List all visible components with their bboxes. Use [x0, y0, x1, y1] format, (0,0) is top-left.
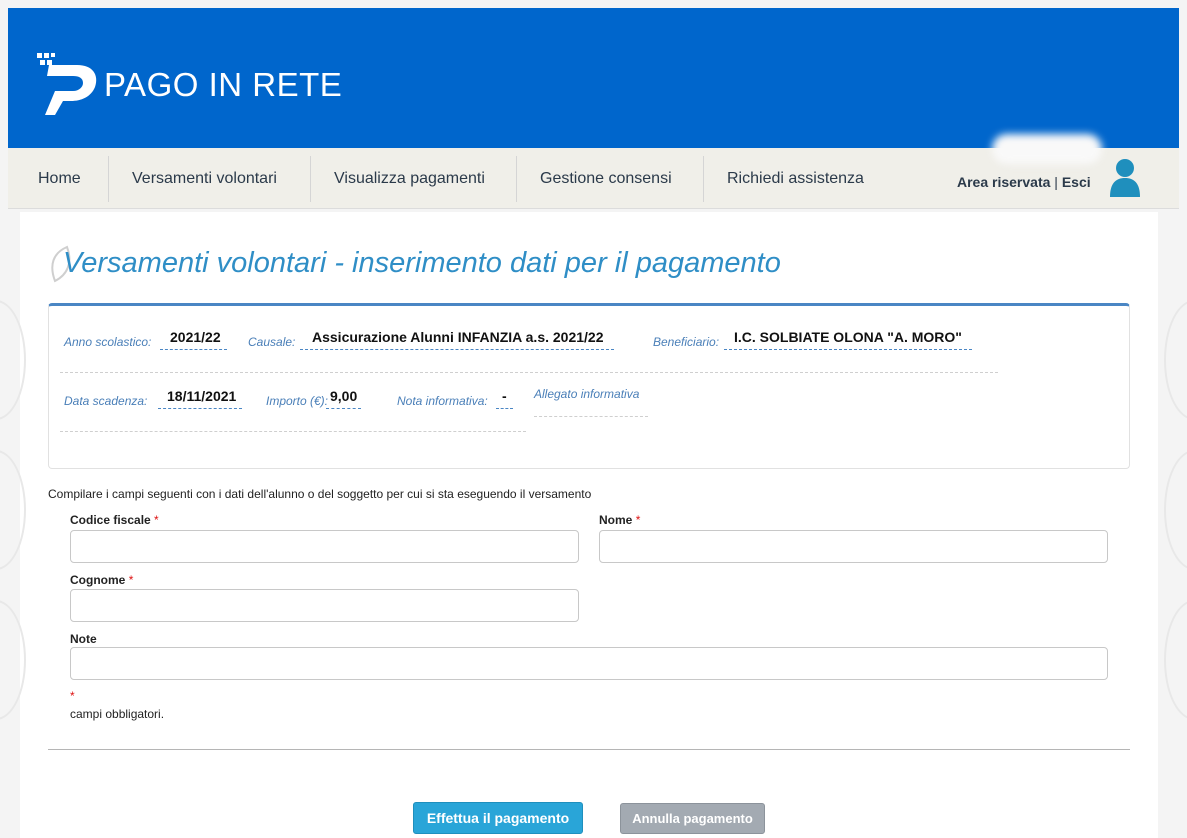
background-decoration — [1164, 300, 1187, 420]
brand-title: PAGO IN RETE — [104, 66, 343, 103]
beneficiario-label: Beneficiario: — [653, 335, 720, 349]
required-mark: * — [635, 513, 641, 527]
page-title: Versamenti volontari - inserimento dati … — [63, 247, 781, 279]
top-header: PAGO IN RETE — [8, 8, 1179, 148]
info-row-divider — [60, 372, 998, 373]
area-riservata-link[interactable]: Area riservata | Esci — [957, 174, 1091, 190]
required-legend-text: campi obbligatori. — [70, 707, 165, 721]
nota-informativa-value: - — [496, 388, 513, 409]
data-scadenza-value: 18/11/2021 — [158, 388, 243, 409]
background-decoration — [1164, 450, 1187, 570]
required-mark: * — [128, 573, 134, 587]
note-input[interactable] — [70, 647, 1108, 680]
required-mark: * — [154, 513, 159, 527]
nome-label-text: Nome — [599, 513, 633, 527]
info-row-divider — [60, 431, 526, 432]
importo-label: Importo (€): — [266, 394, 329, 408]
pago-in-rete-logo-icon[interactable] — [33, 45, 105, 117]
cognome-label: Cognome * — [70, 573, 133, 587]
nav-item-richiedi-assistenza[interactable]: Richiedi assistenza — [703, 148, 888, 209]
beneficiario-value: I.C. SOLBIATE OLONA "A. MORO" — [724, 329, 972, 350]
codice-fiscale-input[interactable] — [70, 530, 579, 563]
nav-item-home[interactable]: Home — [14, 148, 105, 209]
importo-value: 9,00 — [326, 388, 362, 409]
nav-item-visualizza-pagamenti[interactable]: Visualizza pagamenti — [310, 148, 509, 209]
form-divider — [48, 749, 1130, 750]
codice-fiscale-label-text: Codice fiscale — [70, 513, 151, 527]
note-label: Note — [70, 632, 97, 646]
area-riservata-label[interactable]: Area riservata — [957, 174, 1050, 190]
cognome-input[interactable] — [70, 589, 579, 622]
nome-input[interactable] — [599, 530, 1108, 563]
allegato-informativa-link[interactable]: Allegato informativa — [534, 387, 639, 401]
data-scadenza-label: Data scadenza: — [64, 394, 148, 408]
payment-info-box — [48, 303, 1130, 469]
causale-value: Assicurazione Alunni INFANZIA a.s. 2021/… — [300, 329, 614, 350]
allegato-underline — [534, 416, 648, 417]
effettua-pagamento-button[interactable]: Effettua il pagamento — [413, 802, 583, 834]
form-instructions: Compilare i campi seguenti con i dati de… — [48, 487, 592, 501]
required-legend-mark: * — [70, 689, 75, 703]
nav-item-gestione-consensi[interactable]: Gestione consensi — [516, 148, 696, 209]
anno-scolastico-value: 2021/22 — [160, 329, 227, 350]
causale-label: Causale: — [248, 335, 296, 349]
nav-item-versamenti-volontari[interactable]: Versamenti volontari — [108, 148, 301, 209]
codice-fiscale-label: Codice fiscale * — [70, 513, 159, 527]
user-icon[interactable] — [1108, 157, 1142, 197]
nome-label: Nome * — [599, 513, 640, 527]
esci-link[interactable]: Esci — [1062, 174, 1091, 190]
nota-informativa-label: Nota informativa: — [397, 394, 488, 408]
anno-scolastico-label: Anno scolastico: — [64, 335, 152, 349]
cognome-label-text: Cognome — [70, 573, 126, 587]
background-decoration — [1164, 600, 1187, 720]
area-separator: | — [1054, 174, 1058, 190]
annulla-pagamento-button[interactable]: Annulla pagamento — [620, 803, 765, 834]
redacted-username — [992, 134, 1102, 164]
